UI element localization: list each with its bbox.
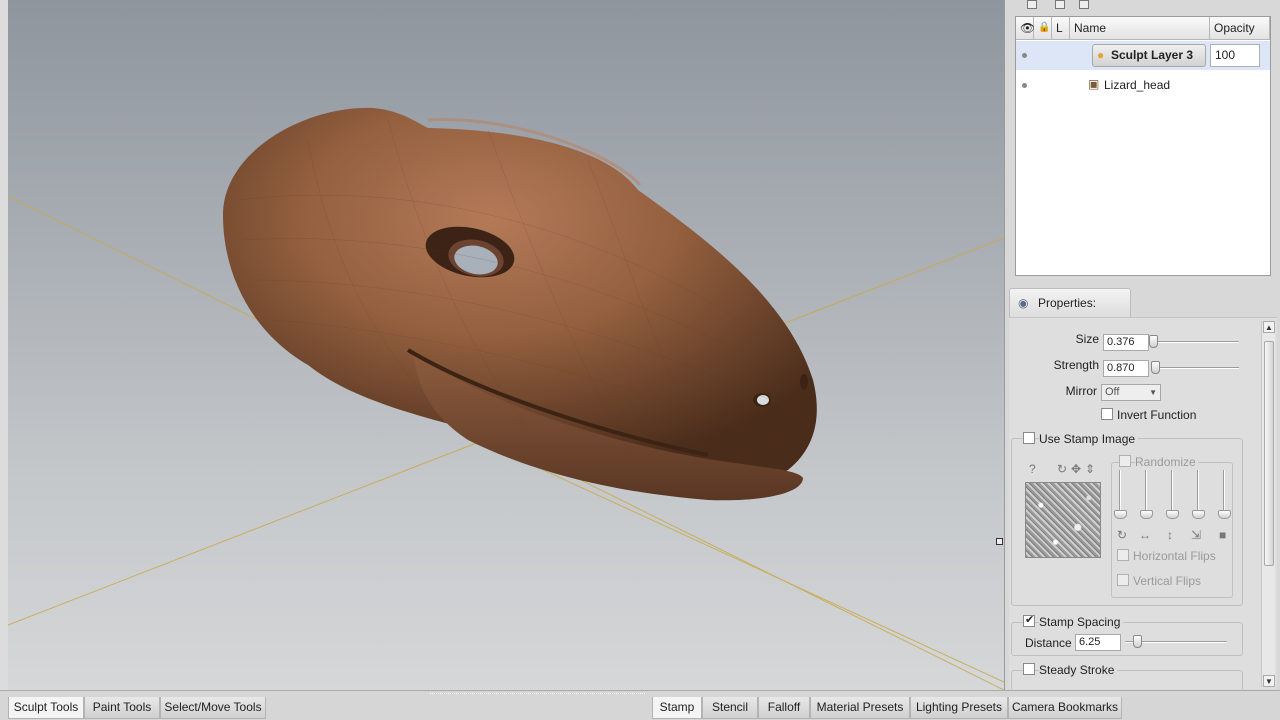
tab-material-presets[interactable]: Material Presets [810, 697, 910, 719]
help-icon[interactable]: ? [1029, 462, 1036, 476]
random-slider-3-thumb[interactable] [1166, 510, 1179, 519]
size-slider[interactable] [1153, 341, 1239, 343]
layer-name: Lizard_head [1104, 78, 1171, 92]
vertical-flips-label: Vertical Flips [1133, 574, 1202, 588]
rotate-random-icon: ↻ [1117, 528, 1128, 542]
tab-paint-tools[interactable]: Paint Tools [84, 697, 160, 719]
random-slider-2[interactable] [1145, 470, 1147, 514]
column-opacity[interactable]: Opacity [1210, 17, 1270, 40]
eye-icon[interactable]: 👁 [1016, 17, 1035, 40]
visibility-dot[interactable] [1022, 83, 1027, 88]
steady-stroke-checkbox[interactable] [1023, 663, 1035, 675]
tab-stencil[interactable]: Stencil [702, 697, 758, 719]
stamp-image-preview[interactable] [1025, 482, 1101, 558]
layer-row-mesh[interactable]: ▣ Lizard_head [1016, 71, 1270, 100]
randomize-label: Randomize [1135, 455, 1198, 469]
random-slider-4-thumb[interactable] [1192, 510, 1205, 519]
viewport-resize-handle[interactable] [996, 538, 1003, 545]
layer-toolbar [1013, 0, 1273, 14]
random-slider-2-thumb[interactable] [1140, 510, 1153, 519]
scroll-down-button[interactable]: ▼ [1263, 675, 1275, 687]
properties-tab[interactable]: ◉ Properties: Sculpt [1009, 288, 1131, 338]
invert-function-checkbox[interactable] [1101, 408, 1113, 420]
mirror-dropdown[interactable]: Off ▼ [1101, 384, 1161, 401]
mudbox-window: 👁 🔒 L Name Opacity ● Sculpt Layer 3 100 … [0, 0, 1280, 720]
3d-viewport[interactable] [0, 0, 1004, 690]
random-slider-5-thumb[interactable] [1218, 510, 1231, 519]
viewport-scene[interactable] [8, 0, 1004, 690]
stamp-spacing-checkbox[interactable] [1023, 613, 1035, 627]
distance-slider-thumb[interactable] [1133, 635, 1142, 648]
new-layer-icon[interactable] [1027, 0, 1037, 9]
steady-stroke-label: Steady Stroke [1039, 663, 1118, 677]
randomize-checkbox[interactable] [1119, 455, 1131, 467]
scale-icon[interactable]: ⇕ [1085, 462, 1095, 476]
mirror-value: Off [1105, 386, 1120, 398]
distance-label: Distance [1025, 636, 1072, 650]
horizontal-flips-label: Horizontal Flips [1133, 549, 1216, 563]
strength-slider[interactable] [1153, 367, 1239, 369]
random-slider-3[interactable] [1171, 470, 1173, 514]
random-slider-1-thumb[interactable] [1114, 510, 1127, 519]
random-slider-5[interactable] [1223, 470, 1225, 514]
layer-name-box[interactable]: ● Sculpt Layer 3 [1092, 44, 1206, 67]
properties-scrollbar[interactable]: ▲ ▼ [1261, 321, 1275, 687]
layer-name: Sculpt Layer 3 [1111, 48, 1194, 62]
scale-random-icon: ⇲ [1191, 528, 1202, 542]
size-label: Size [1075, 332, 1099, 346]
column-lock[interactable]: L [1052, 17, 1070, 40]
tab-sculpt-tools[interactable]: Sculpt Tools [8, 697, 84, 719]
lizard-head-model [223, 107, 817, 501]
merge-layer-icon[interactable] [1079, 0, 1089, 9]
vertical-flip-icon: ↕ [1167, 528, 1173, 542]
use-stamp-image-label: Use Stamp Image [1039, 432, 1139, 446]
brush-icon: ● [1097, 48, 1105, 62]
size-input[interactable]: 0.376 [1103, 334, 1149, 351]
strength-label: Strength [1053, 358, 1099, 372]
vertical-flips-checkbox[interactable] [1117, 574, 1129, 586]
layer-row-sculpt[interactable]: ● Sculpt Layer 3 100 [1016, 41, 1270, 70]
strength-slider-thumb[interactable] [1151, 361, 1160, 374]
delete-layer-icon[interactable] [1055, 0, 1065, 9]
tray-divider [430, 693, 645, 695]
lock-icon[interactable]: 🔒 [1034, 17, 1052, 40]
size-slider-thumb[interactable] [1149, 335, 1158, 348]
tab-select-move-tools[interactable]: Select/Move Tools [160, 697, 266, 719]
visibility-dot[interactable] [1022, 53, 1027, 58]
stamp-spacing-label: Stamp Spacing [1039, 615, 1124, 629]
column-name[interactable]: Name [1070, 17, 1210, 40]
rotate-icon[interactable]: ↻ [1057, 462, 1067, 476]
right-panel: 👁 🔒 L Name Opacity ● Sculpt Layer 3 100 … [1004, 0, 1280, 690]
random-slider-1[interactable] [1119, 470, 1121, 514]
tab-stamp[interactable]: Stamp [652, 697, 702, 719]
move-icon[interactable]: ✥ [1071, 462, 1081, 476]
distance-input[interactable]: 6.25 [1075, 634, 1121, 651]
strength-random-icon: ■ [1219, 528, 1227, 542]
invert-function-label: Invert Function [1117, 408, 1197, 422]
use-stamp-image-checkbox[interactable] [1023, 432, 1035, 444]
bottom-tray: Sculpt Tools Paint Tools Select/Move Too… [0, 690, 1280, 720]
scroll-up-button[interactable]: ▲ [1263, 321, 1275, 333]
tab-lighting-presets[interactable]: Lighting Presets [910, 697, 1008, 719]
opacity-input[interactable]: 100 [1210, 44, 1260, 67]
layers-panel: 👁 🔒 L Name Opacity ● Sculpt Layer 3 100 … [1015, 16, 1271, 276]
sculpt-brush-icon: ◉ [1018, 296, 1029, 310]
horizontal-flips-checkbox[interactable] [1117, 549, 1129, 561]
mirror-label: Mirror [1065, 384, 1097, 398]
strength-input[interactable]: 0.870 [1103, 360, 1149, 377]
random-slider-4[interactable] [1197, 470, 1199, 514]
scrollbar-thumb[interactable] [1264, 341, 1274, 566]
cube-icon: ▣ [1088, 77, 1100, 91]
horizontal-flip-icon: ↔ [1139, 528, 1151, 542]
tab-camera-bookmarks[interactable]: Camera Bookmarks [1008, 697, 1122, 719]
tab-falloff[interactable]: Falloff [758, 697, 810, 719]
chevron-down-icon: ▼ [1149, 388, 1157, 397]
properties-panel: Size 0.376 Strength 0.870 Mirror Off ▼ I… [1009, 317, 1277, 689]
